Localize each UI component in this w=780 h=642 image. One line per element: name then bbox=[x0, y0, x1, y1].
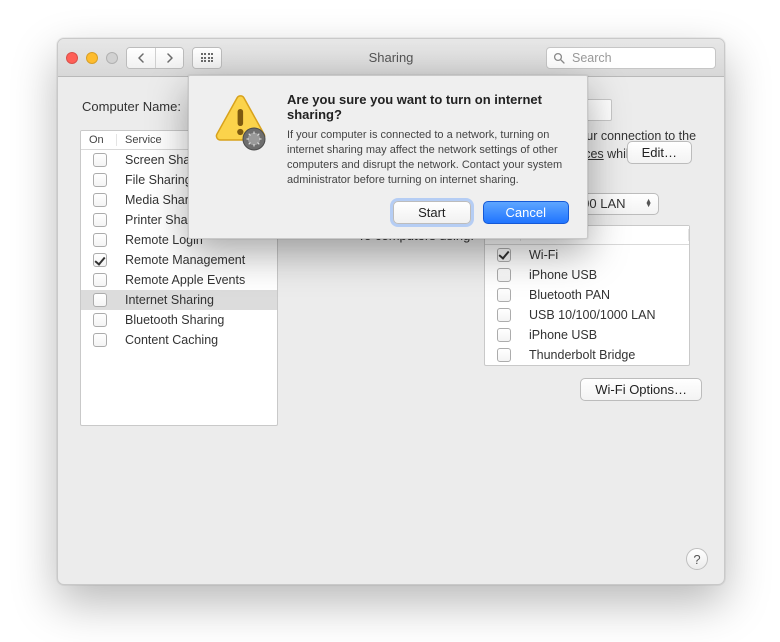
port-row[interactable]: Bluetooth PAN bbox=[485, 285, 689, 305]
close-window-button[interactable] bbox=[66, 52, 78, 64]
chevron-up-down-icon: ▲▼ bbox=[645, 200, 652, 208]
port-checkbox[interactable] bbox=[497, 308, 511, 322]
wifi-options-button[interactable]: Wi-Fi Options… bbox=[580, 378, 702, 401]
service-row[interactable]: Content Caching bbox=[81, 330, 277, 350]
port-label: USB 10/100/1000 LAN bbox=[521, 308, 689, 322]
service-label: Remote Management bbox=[117, 253, 277, 267]
port-row[interactable]: Thunderbolt Bridge bbox=[485, 345, 689, 365]
services-header-on: On bbox=[81, 134, 117, 146]
port-label: iPhone USB bbox=[521, 268, 689, 282]
service-checkbox[interactable] bbox=[93, 273, 107, 287]
port-checkbox[interactable] bbox=[497, 248, 511, 262]
service-checkbox[interactable] bbox=[93, 153, 107, 167]
port-row[interactable]: USB 10/100/1000 LAN bbox=[485, 305, 689, 325]
port-label: Wi-Fi bbox=[521, 248, 689, 262]
show-all-button[interactable] bbox=[192, 47, 222, 69]
warning-icon bbox=[207, 92, 271, 156]
search-icon bbox=[553, 52, 565, 64]
nav-back-forward bbox=[126, 47, 184, 69]
help-button[interactable]: ? bbox=[686, 548, 708, 570]
computer-name-label: Computer Name: bbox=[82, 99, 181, 114]
dialog-body: If your computer is connected to a netwo… bbox=[287, 128, 569, 187]
ports-table: On Ports Wi-FiiPhone USBBluetooth PANUSB… bbox=[484, 225, 690, 366]
service-label: Content Caching bbox=[117, 333, 277, 347]
service-checkbox[interactable] bbox=[93, 333, 107, 347]
service-checkbox[interactable] bbox=[93, 313, 107, 327]
port-row[interactable]: iPhone USB bbox=[485, 265, 689, 285]
dialog-start-button[interactable]: Start bbox=[393, 201, 470, 224]
dialog-title: Are you sure you want to turn on interne… bbox=[287, 92, 569, 122]
grid-icon bbox=[201, 53, 214, 62]
service-row[interactable]: Internet Sharing bbox=[81, 290, 277, 310]
zoom-window-button[interactable] bbox=[106, 52, 118, 64]
back-button[interactable] bbox=[127, 48, 155, 68]
port-checkbox[interactable] bbox=[497, 268, 511, 282]
port-row[interactable]: iPhone USB bbox=[485, 325, 689, 345]
service-checkbox[interactable] bbox=[93, 173, 107, 187]
service-row[interactable]: Bluetooth Sharing bbox=[81, 310, 277, 330]
port-label: iPhone USB bbox=[521, 328, 689, 342]
port-checkbox[interactable] bbox=[497, 288, 511, 302]
port-checkbox[interactable] bbox=[497, 348, 511, 362]
port-checkbox[interactable] bbox=[497, 328, 511, 342]
port-row[interactable]: Wi-Fi bbox=[485, 245, 689, 265]
window-controls bbox=[66, 52, 118, 64]
service-label: Internet Sharing bbox=[117, 293, 277, 307]
service-row[interactable]: Remote Management bbox=[81, 250, 277, 270]
service-row[interactable]: Remote Apple Events bbox=[81, 270, 277, 290]
service-checkbox[interactable] bbox=[93, 193, 107, 207]
titlebar: Sharing bbox=[58, 39, 724, 77]
confirm-dialog: Are you sure you want to turn on interne… bbox=[188, 75, 588, 239]
minimize-window-button[interactable] bbox=[86, 52, 98, 64]
service-label: Bluetooth Sharing bbox=[117, 313, 277, 327]
service-checkbox[interactable] bbox=[93, 253, 107, 267]
port-label: Thunderbolt Bridge bbox=[521, 348, 689, 362]
service-checkbox[interactable] bbox=[93, 233, 107, 247]
service-label: Remote Apple Events bbox=[117, 273, 277, 287]
service-checkbox[interactable] bbox=[93, 293, 107, 307]
search-field[interactable] bbox=[546, 47, 716, 69]
port-label: Bluetooth PAN bbox=[521, 288, 689, 302]
search-input[interactable] bbox=[570, 50, 709, 66]
edit-button[interactable]: Edit… bbox=[627, 141, 692, 164]
forward-button[interactable] bbox=[155, 48, 183, 68]
service-checkbox[interactable] bbox=[93, 213, 107, 227]
dialog-cancel-button[interactable]: Cancel bbox=[483, 201, 569, 224]
